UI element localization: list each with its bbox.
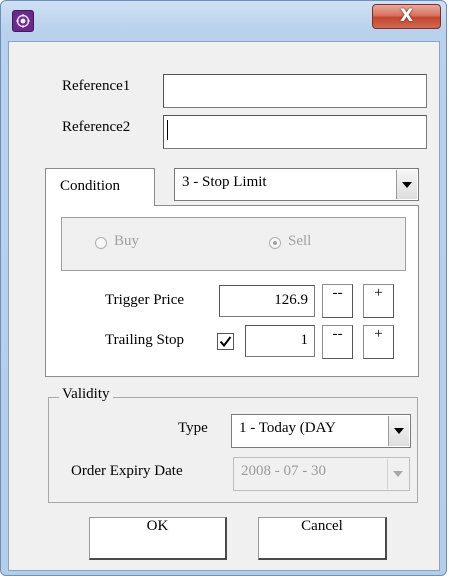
order-dialog-window: X Reference1 Reference2 Condition 3 - St… [0,0,447,576]
order-expiry-date-label: Order Expiry Date [71,463,183,479]
checkmark-icon [219,336,232,348]
tab-condition[interactable]: Condition [45,168,155,206]
reference2-input[interactable] [163,115,427,149]
sell-radio[interactable] [269,237,281,249]
validity-title: Validity [59,386,113,403]
reference1-input[interactable] [163,74,427,108]
buy-label: Buy [114,233,140,249]
reference1-label: Reference1 [62,78,131,94]
trigger-price-label: Trigger Price [105,292,185,308]
validity-type-dropdown[interactable]: 1 - Today (DAY [231,414,411,448]
text-caret [167,120,168,140]
trigger-price-increment-button[interactable]: + [363,284,394,318]
title-bar[interactable]: X [1,1,446,41]
condition-dropdown-value: 3 - Stop Limit [182,174,267,190]
sell-label: Sell [288,233,312,249]
buy-radio[interactable] [95,237,107,249]
cancel-button[interactable]: Cancel [258,517,387,560]
trigger-price-decrement-button[interactable]: -- [322,284,353,318]
ok-button[interactable]: OK [89,517,227,560]
tab-condition-label: Condition [60,178,121,194]
order-expiry-date-picker: 2008 - 07 - 30 [233,457,410,491]
validity-type-value: 1 - Today (DAY [239,420,336,436]
chevron-down-icon[interactable] [396,170,417,199]
purple-flower-icon[interactable] [12,10,34,32]
close-icon: X [399,6,414,26]
trailing-stop-input[interactable]: 1 [245,325,315,357]
chevron-down-icon [387,459,408,489]
trailing-stop-label: Trailing Stop [105,332,185,348]
trailing-stop-increment-button[interactable]: + [363,325,394,359]
condition-dropdown[interactable]: 3 - Stop Limit [174,168,419,201]
close-button[interactable]: X [372,4,441,29]
trigger-price-input[interactable]: 126.9 [219,285,315,317]
trailing-stop-decrement-button[interactable]: -- [322,325,353,359]
order-expiry-date-value: 2008 - 07 - 30 [241,463,326,479]
trailing-stop-checkbox[interactable] [217,333,234,350]
chevron-down-icon[interactable] [388,416,409,446]
type-label: Type [178,420,208,436]
reference2-label: Reference2 [62,119,131,135]
side-group [61,217,406,271]
